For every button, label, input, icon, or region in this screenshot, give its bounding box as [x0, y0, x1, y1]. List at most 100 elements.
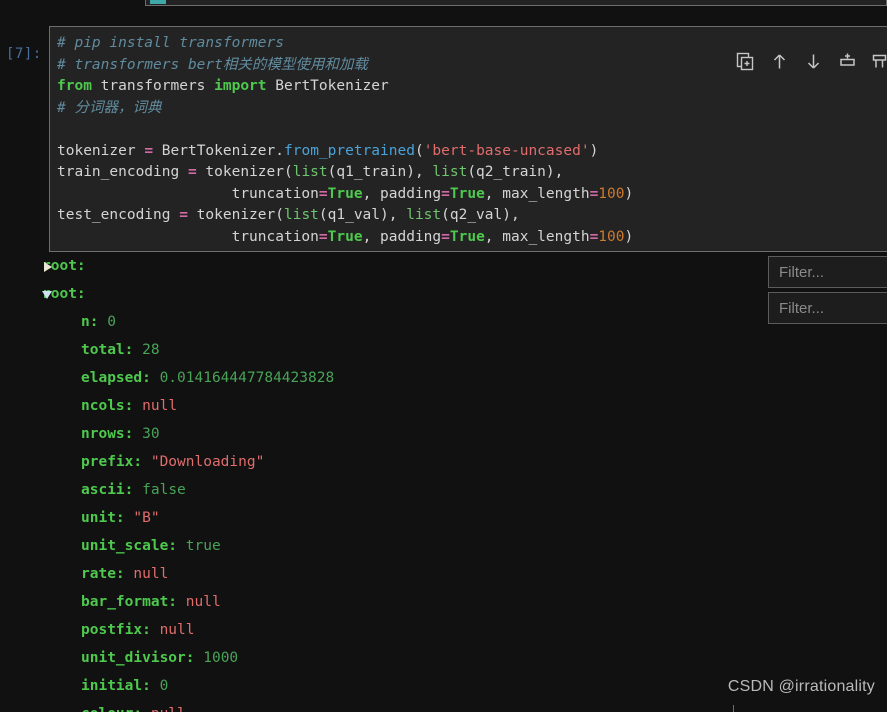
- code-token: True: [449, 185, 485, 202]
- json-entry-key: colour:: [81, 706, 142, 712]
- json-entry-value: null: [142, 398, 178, 414]
- json-entry-key: prefix:: [81, 454, 143, 470]
- code-token: from_pretrained: [284, 142, 415, 159]
- code-cell[interactable]: [7]: # pip install transformers # transf…: [0, 22, 887, 252]
- code-token: =: [187, 164, 197, 180]
- move-cell-down-icon[interactable]: [803, 51, 824, 72]
- code-token: truncation: [57, 228, 319, 245]
- code-token: tokenizer: [57, 142, 145, 159]
- json-entry-row[interactable]: nrows: 30: [0, 420, 887, 448]
- filter-input-primary[interactable]: [768, 256, 887, 288]
- json-entry-row[interactable]: ascii: false: [0, 476, 887, 504]
- code-token: , padding: [362, 228, 442, 245]
- json-entry-list: n: 0 total: 28 elapsed: 0.0141644477844238…: [0, 308, 887, 712]
- code-token: (: [414, 142, 424, 159]
- code-token: (q2_val),: [441, 207, 520, 223]
- code-token: 100: [598, 228, 625, 245]
- code-token: =: [318, 185, 328, 202]
- json-entry-key: postfix:: [81, 622, 151, 638]
- code-token: =: [144, 142, 154, 159]
- json-entry-key: ascii:: [81, 482, 134, 498]
- code-token: # pip install transformers: [57, 35, 284, 51]
- code-token: tokenizer(: [187, 207, 284, 223]
- json-entry-row[interactable]: bar_format: null: [0, 588, 887, 616]
- json-entry-key: unit_scale:: [81, 538, 178, 554]
- chevron-down-icon[interactable]: [42, 291, 52, 299]
- code-token: True: [327, 185, 363, 202]
- chevron-right-icon[interactable]: [44, 262, 52, 272]
- json-entry-row[interactable]: ncols: null: [0, 392, 887, 420]
- code-token: transformers: [91, 78, 215, 94]
- json-entry-row[interactable]: colour: null: [0, 700, 887, 712]
- code-token: (q1_train),: [327, 164, 433, 180]
- code-token: (q2_train),: [467, 164, 564, 180]
- code-token: True: [327, 228, 363, 245]
- code-token: ): [624, 228, 634, 245]
- code-token: import: [214, 78, 267, 94]
- code-token: test_encoding: [57, 207, 180, 223]
- code-token: =: [441, 228, 450, 245]
- json-entry-value: "B": [133, 510, 160, 526]
- json-entry-row[interactable]: unit_scale: true: [0, 532, 887, 560]
- json-entry-value: true: [185, 538, 221, 554]
- previous-cell-sliver[interactable]: [145, 0, 887, 6]
- duplicate-cell-icon[interactable]: [735, 51, 756, 72]
- json-entry-key: initial:: [81, 678, 151, 694]
- json-entry-row[interactable]: total: 28: [0, 336, 887, 364]
- json-entry-key: n:: [81, 314, 99, 330]
- json-entry-value: null: [151, 706, 186, 712]
- code-token: , padding: [362, 185, 442, 202]
- text-cursor: [150, 0, 166, 4]
- json-entry-key: total:: [81, 342, 134, 358]
- code-token: list: [432, 164, 468, 180]
- json-entry-key: rate:: [81, 566, 125, 582]
- json-entry-value: 30: [142, 426, 160, 442]
- json-entry-value: 28: [142, 342, 160, 358]
- json-entry-row[interactable]: unit_divisor: 1000: [0, 644, 887, 672]
- json-entry-value: 0.014164447784423828: [159, 370, 335, 386]
- filter-input-secondary[interactable]: [768, 292, 887, 324]
- json-entry-row[interactable]: prefix: "Downloading": [0, 448, 887, 476]
- code-token: BertTokenizer: [266, 78, 389, 94]
- json-entry-value: null: [133, 566, 169, 582]
- insert-cell-above-icon[interactable]: [837, 51, 858, 72]
- json-entry-value: "Downloading": [150, 454, 265, 470]
- paste-cell-icon[interactable]: [871, 51, 887, 72]
- move-cell-up-icon[interactable]: [769, 51, 790, 72]
- output-json-tree[interactable]: root: root: n: 0 total: 28 elapsed: 0.0141…: [0, 252, 887, 712]
- json-entry-value: 0: [107, 314, 116, 330]
- code-token: ): [589, 142, 599, 159]
- json-root-collapsed[interactable]: root:: [0, 252, 887, 280]
- code-token: ): [624, 185, 634, 202]
- notebook-screen: [7]: # pip install transformers # transf…: [0, 0, 887, 712]
- code-source[interactable]: # pip install transformers # transformer…: [57, 33, 633, 248]
- json-entry-value: 1000: [203, 650, 239, 666]
- code-token: 100: [598, 185, 625, 202]
- json-entry-row[interactable]: n: 0: [0, 308, 887, 336]
- cell-toolbar[interactable]: [735, 47, 887, 75]
- json-entry-key: bar_format:: [81, 594, 178, 610]
- json-entry-value: null: [185, 594, 221, 610]
- json-entry-row[interactable]: postfix: null: [0, 616, 887, 644]
- code-token: # transformers bert相关的模型使用和加载: [57, 56, 368, 73]
- json-entry-key: nrows:: [81, 426, 134, 442]
- json-entry-key: unit_divisor:: [81, 650, 195, 666]
- code-token: list: [283, 207, 319, 223]
- json-entry-key: elapsed:: [81, 370, 151, 386]
- json-root-expanded[interactable]: root:: [0, 280, 887, 308]
- execution-count-prompt: [7]:: [6, 46, 42, 62]
- json-entry-row[interactable]: rate: null: [0, 560, 887, 588]
- code-token: , max_length: [484, 185, 590, 202]
- code-token: True: [449, 228, 485, 245]
- watermark-divider: [733, 705, 734, 712]
- code-token: =: [179, 207, 188, 223]
- code-token: 'bert-base-uncased': [423, 142, 590, 159]
- code-token: from: [57, 78, 92, 94]
- code-token: train_encoding: [57, 164, 188, 180]
- json-entry-value: false: [142, 482, 186, 498]
- json-entry-row[interactable]: initial: 0: [0, 672, 887, 700]
- json-entry-row[interactable]: unit: "B": [0, 504, 887, 532]
- code-token: list: [406, 207, 442, 223]
- code-token: tokenizer(: [196, 164, 293, 180]
- json-entry-row[interactable]: elapsed: 0.014164447784423828: [0, 364, 887, 392]
